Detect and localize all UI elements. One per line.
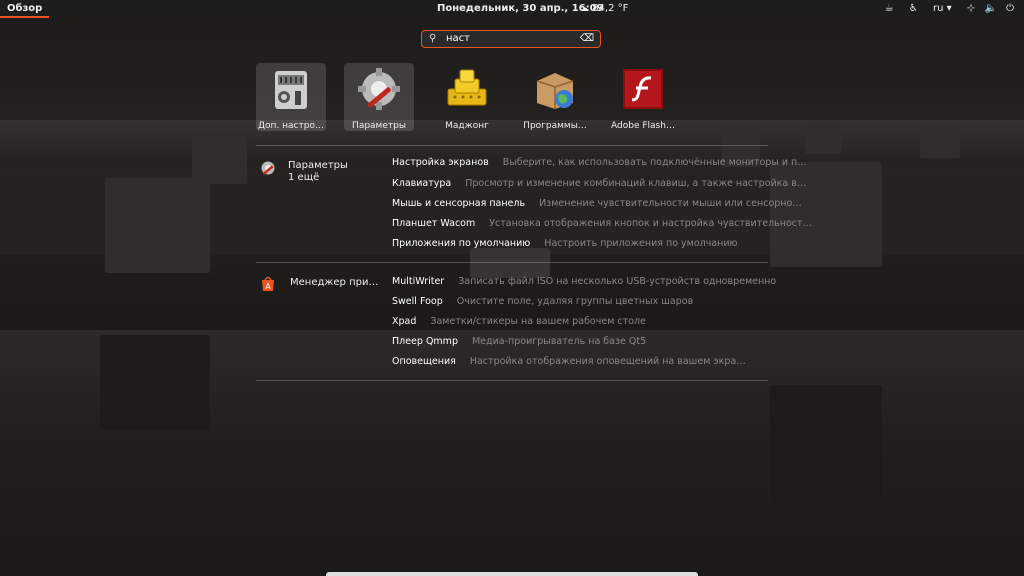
list-item[interactable]: MultiWriter Записать файл ISO на нескольк… <box>392 276 776 287</box>
cup-icon[interactable]: ☕ <box>885 0 894 18</box>
settings-icon <box>358 68 400 110</box>
separator <box>256 262 768 263</box>
settings-small-icon <box>261 161 275 176</box>
app-settings[interactable]: Параметры <box>344 63 414 131</box>
search-icon: ⚲ <box>429 33 437 44</box>
result-desc: Изменение чувствительности мыши или сенс… <box>539 198 802 209</box>
separator <box>256 145 768 146</box>
app-label: Маджонг <box>445 121 489 131</box>
system-tray: ☕ ♿ ru ▾ ⊹ 🔈 ⏻ <box>873 0 1014 18</box>
weather-icon: ☁ <box>580 4 589 14</box>
workspace-thumbnail-edge[interactable] <box>326 572 698 576</box>
provider-name: Менеджер при… <box>290 277 379 288</box>
result-desc: Очистите поле, удаляя группы цветных шар… <box>456 296 694 307</box>
flash-icon <box>623 69 663 109</box>
activities-button[interactable]: Обзор <box>0 0 50 18</box>
app-software[interactable]: Программы… <box>520 63 590 131</box>
network-icon[interactable]: ⊹ <box>967 0 975 18</box>
app-label: Параметры <box>352 121 406 131</box>
separator <box>256 380 768 381</box>
result-title: Xpad <box>392 316 417 327</box>
provider-more: 1 ещё <box>288 172 320 183</box>
result-title: Планшет Wacom <box>392 218 476 229</box>
list-item[interactable]: Swell Foop Очистите поле, удаляя группы ц… <box>392 296 693 307</box>
list-item[interactable]: Планшет Wacom Установка отображения кнопо… <box>392 218 812 229</box>
clock[interactable]: Понедельник, 30 апр., 16:09 <box>437 0 604 18</box>
result-desc: Медиа-проигрыватель на базе Qt5 <box>471 336 647 347</box>
weather-temp: 84,2 °F <box>592 3 629 14</box>
power-icon[interactable]: ⏻ <box>1006 0 1014 18</box>
mahjongg-icon <box>447 69 487 106</box>
search-input[interactable]: ⚲ наст ⌫ <box>421 30 601 48</box>
list-item[interactable]: Оповещения Настройка отображения оповещен… <box>392 356 746 367</box>
list-item[interactable]: Плеер Qmmp Медиа-проигрыватель на базе Qt… <box>392 336 646 347</box>
accessibility-icon[interactable]: ♿ <box>909 0 918 18</box>
result-title: Оповещения <box>392 356 456 367</box>
app-mahjongg[interactable]: Маджонг <box>432 63 502 131</box>
clear-search-icon[interactable]: ⌫ <box>580 31 594 47</box>
app-label: Adobe Flash… <box>611 121 675 131</box>
list-item[interactable]: Приложения по умолчанию Настроить приложе… <box>392 238 738 249</box>
keyboard-layout-indicator[interactable]: ru ▾ <box>933 0 952 18</box>
result-desc: Просмотр и изменение комбинаций клавиш, … <box>465 178 807 189</box>
list-item[interactable]: Мышь и сенсорная панель Изменение чувстви… <box>392 198 802 209</box>
result-title: Клавиатура <box>392 178 452 189</box>
result-title: Плеер Qmmp <box>392 336 458 347</box>
list-item[interactable]: Клавиатура Просмотр и изменение комбинаци… <box>392 178 806 189</box>
app-label: Доп. настро… <box>258 121 324 131</box>
app-adobe-flash[interactable]: Adobe Flash… <box>608 63 678 131</box>
result-title: MultiWriter <box>392 276 445 287</box>
result-title: Swell Foop <box>392 296 443 307</box>
top-bar: Обзор Понедельник, 30 апр., 16:09 ☁ 84,2… <box>0 0 1024 18</box>
weather-indicator[interactable]: ☁ 84,2 °F <box>580 0 628 18</box>
provider-name: Параметры <box>288 160 348 171</box>
result-desc: Записать файл ISO на несколько USB-устро… <box>458 276 777 287</box>
tweaks-icon <box>275 71 307 109</box>
list-item[interactable]: Xpad Заметки/стикеры на вашем рабочем сто… <box>392 316 646 327</box>
list-item[interactable]: Настройка экранов Выберите, как использов… <box>392 157 807 168</box>
app-tweaks[interactable]: Доп. настро… <box>256 63 326 131</box>
software-icon <box>536 73 574 109</box>
svg-text:A: A <box>265 282 271 291</box>
volume-icon[interactable]: 🔈 <box>984 0 996 18</box>
result-desc: Заметки/стикеры на вашем рабочем столе <box>430 316 646 327</box>
result-desc: Настроить приложения по умолчанию <box>544 238 738 249</box>
result-desc: Выберите, как использовать подключённые … <box>502 157 807 168</box>
search-value: наст <box>446 33 470 44</box>
overview-dim <box>0 0 1024 576</box>
result-title: Мышь и сенсорная панель <box>392 198 526 209</box>
app-label: Программы… <box>523 121 587 131</box>
result-desc: Установка отображения кнопок и настройка… <box>489 218 813 229</box>
result-title: Приложения по умолчанию <box>392 238 531 249</box>
software-center-icon: A <box>262 276 274 291</box>
result-title: Настройка экранов <box>392 157 489 168</box>
result-desc: Настройка отображения оповещений на ваше… <box>469 356 746 367</box>
